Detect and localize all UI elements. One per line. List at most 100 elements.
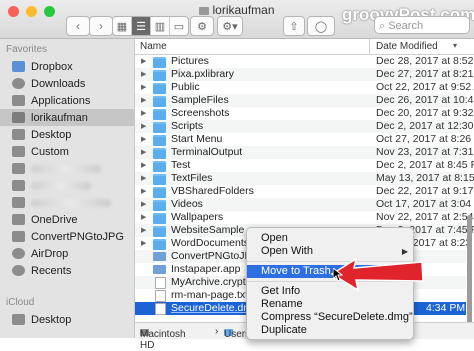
sidebar-item-redacted[interactable] <box>0 160 134 177</box>
disclosure-triangle-icon[interactable]: ▶ <box>141 133 146 146</box>
menu-item-open[interactable]: Open <box>247 232 413 245</box>
file-row[interactable]: ▶ SampleFiles Dec 26, 2017 at 10:41 PM <box>135 94 474 107</box>
folder-icon <box>153 135 166 146</box>
scroll-thumb[interactable] <box>467 215 472 325</box>
menu-item-compress[interactable]: Compress “SecureDelete.dmg” <box>247 311 413 324</box>
share-button[interactable]: ⇧ <box>283 16 305 36</box>
action-icon: ⚙▾ <box>222 20 238 33</box>
sidebar-item-recents[interactable]: Recents <box>0 262 134 279</box>
chevron-right-icon: › <box>99 19 103 33</box>
file-row[interactable]: ▶ Start Menu Oct 27, 2017 at 8:26 PM <box>135 133 474 146</box>
airdrop-icon <box>12 248 25 259</box>
file-name: Public <box>171 81 200 93</box>
disclosure-triangle-icon[interactable]: ▶ <box>141 211 146 224</box>
column-divider[interactable] <box>369 39 370 54</box>
file-date: 4:34 PM <box>426 302 466 314</box>
icon-view-button[interactable]: ▦ <box>113 17 132 35</box>
file-row[interactable]: ▶ Pixa.pxlibrary Dec 27, 2017 at 8:21 PM <box>135 68 474 81</box>
folder-icon <box>153 239 166 250</box>
file-name: rm-man-page.txt <box>171 289 249 301</box>
folder-icon <box>12 146 25 157</box>
back-button[interactable]: ‹ <box>66 16 90 36</box>
downloads-icon <box>12 78 25 89</box>
sidebar-item-convertpngtojpg[interactable]: ConvertPNGtoJPG <box>0 228 134 245</box>
folder-icon <box>12 214 25 225</box>
file-row[interactable]: ▶ Public Oct 22, 2017 at 9:52 AM <box>135 81 474 94</box>
redacted-label <box>31 181 91 190</box>
sidebar-item-desktop[interactable]: Desktop <box>0 126 134 143</box>
action-button[interactable]: ⚙▾ <box>217 16 243 36</box>
folder-icon <box>153 148 166 159</box>
app-icon <box>153 265 166 274</box>
file-row[interactable]: ▶ Wallpapers Nov 22, 2017 at 2:54 PM <box>135 211 474 224</box>
sidebar-item-redacted[interactable] <box>0 177 134 194</box>
sidebar-item-icloud-desktop[interactable]: Desktop <box>0 311 134 328</box>
mouse-cursor-icon <box>333 268 343 282</box>
dropbox-icon <box>12 61 25 72</box>
disclosure-triangle-icon[interactable]: ▶ <box>141 68 146 81</box>
gear-icon: ⚙ <box>197 20 207 33</box>
sidebar-item-applications[interactable]: Applications <box>0 92 134 109</box>
forward-button[interactable]: › <box>89 16 113 36</box>
file-row[interactable]: ▶ Screenshots Dec 20, 2017 at 9:32 PM <box>135 107 474 120</box>
home-icon <box>12 112 25 123</box>
file-name: Test <box>171 159 191 171</box>
folder-icon <box>153 96 166 107</box>
file-name: MyArchive.crypto <box>171 276 252 288</box>
file-row[interactable]: ▶ Videos Oct 17, 2017 at 3:04 PM <box>135 198 474 211</box>
arrange-button[interactable]: ⚙ <box>190 16 214 36</box>
menu-item-rename[interactable]: Rename <box>247 298 413 311</box>
disclosure-triangle-icon[interactable]: ▶ <box>141 107 146 120</box>
sidebar-item-lorikaufman[interactable]: lorikaufman <box>0 109 134 126</box>
tags-button[interactable]: ◯ <box>307 16 335 36</box>
disclosure-triangle-icon[interactable]: ▶ <box>141 81 146 94</box>
disclosure-triangle-icon[interactable]: ▶ <box>141 237 146 250</box>
date-column-header[interactable]: Date Modified <box>376 41 438 52</box>
file-row[interactable]: ▶ TextFiles May 13, 2017 at 8:15 PM <box>135 172 474 185</box>
file-name: VBSharedFolders <box>171 185 254 197</box>
name-column-header[interactable]: Name <box>140 41 167 52</box>
sidebar-item-custom[interactable]: Custom <box>0 143 134 160</box>
vertical-scrollbar[interactable] <box>466 55 473 325</box>
file-row[interactable]: ▶ VBSharedFolders Dec 22, 2017 at 9:17 AM <box>135 185 474 198</box>
file-row[interactable]: ▶ Test Dec 2, 2017 at 8:45 PM <box>135 159 474 172</box>
sidebar-item-downloads[interactable]: Downloads <box>0 75 134 92</box>
disclosure-triangle-icon[interactable]: ▶ <box>141 198 146 211</box>
list-view-button[interactable]: ☰ <box>132 17 151 35</box>
file-row[interactable]: ▶ Pictures Dec 28, 2017 at 8:52 PM <box>135 55 474 68</box>
file-row[interactable]: ▶ Scripts Dec 2, 2017 at 12:30 PM <box>135 120 474 133</box>
search-icon: ⌕ <box>379 20 389 32</box>
disclosure-triangle-icon[interactable]: ▶ <box>141 224 146 237</box>
menu-item-duplicate[interactable]: Duplicate <box>247 324 413 337</box>
column-view-button[interactable]: ▥ <box>151 17 170 35</box>
file-date: Dec 27, 2017 at 8:21 PM <box>376 68 474 80</box>
file-row[interactable]: ▶ TerminalOutput Nov 23, 2017 at 7:31 PM <box>135 146 474 159</box>
search-input[interactable]: ⌕ Search <box>374 16 470 34</box>
file-name: Videos <box>171 198 203 210</box>
sidebar-item-onedrive[interactable]: OneDrive <box>0 211 134 228</box>
disclosure-triangle-icon[interactable]: ▶ <box>141 146 146 159</box>
folder-icon <box>153 57 166 68</box>
file-date: Dec 2, 2017 at 8:45 PM <box>376 159 474 171</box>
disclosure-triangle-icon[interactable]: ▶ <box>141 120 146 133</box>
disclosure-triangle-icon[interactable]: ▶ <box>141 159 146 172</box>
folder-icon <box>153 187 166 198</box>
disclosure-triangle-icon[interactable]: ▶ <box>141 172 146 185</box>
folder-icon <box>153 83 166 94</box>
folder-icon <box>12 197 25 208</box>
file-name: Scripts <box>171 120 204 132</box>
view-mode-group: ▦ ☰ ▥ ▭ <box>112 16 189 36</box>
sidebar-item-redacted[interactable] <box>0 194 134 211</box>
recents-icon <box>12 265 25 276</box>
gallery-view-button[interactable]: ▭ <box>170 17 188 35</box>
disclosure-triangle-icon[interactable]: ▶ <box>141 185 146 198</box>
disclosure-triangle-icon[interactable]: ▶ <box>141 94 146 107</box>
folder-icon <box>153 226 166 237</box>
sidebar-item-dropbox[interactable]: Dropbox <box>0 58 134 75</box>
disclosure-triangle-icon[interactable]: ▶ <box>141 55 146 68</box>
sidebar-item-airdrop[interactable]: AirDrop <box>0 245 134 262</box>
favorites-header: Favorites <box>6 44 48 55</box>
redacted-label <box>31 164 101 173</box>
file-name: TextFiles <box>171 172 213 184</box>
file-date: May 13, 2017 at 8:15 PM <box>376 172 474 184</box>
